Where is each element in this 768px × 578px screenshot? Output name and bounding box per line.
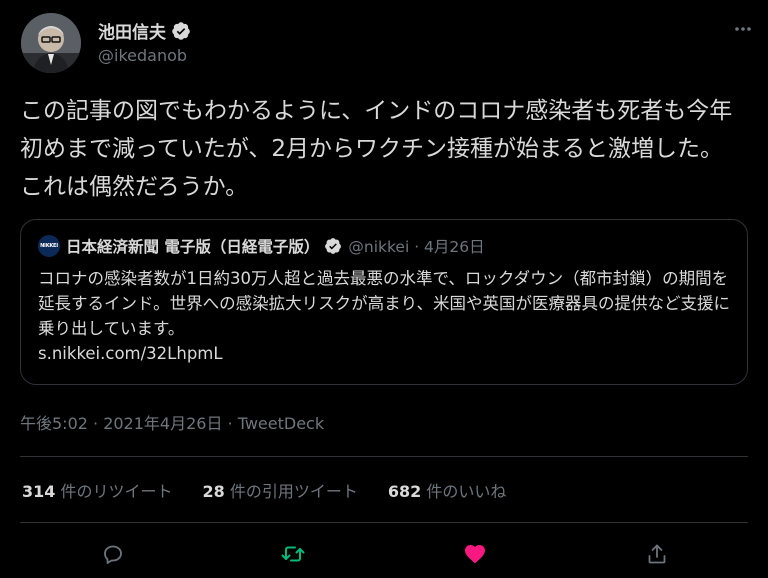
action-bar bbox=[20, 535, 748, 573]
like-stat[interactable]: 682 件のいいね bbox=[388, 478, 507, 502]
tweet-header: 池田信夫 @ikedanob bbox=[18, 8, 758, 78]
retweet-stat[interactable]: 314 件のリツイート bbox=[22, 478, 173, 502]
share-icon[interactable] bbox=[642, 539, 672, 569]
quoted-tweet[interactable]: NIKKEI 日本経済新聞 電子版（日経電子版） @nikkei · 4月26日… bbox=[20, 219, 748, 385]
quoted-tweet-header: NIKKEI 日本経済新聞 電子版（日経電子版） @nikkei · 4月26日 bbox=[38, 235, 485, 257]
quoted-text: コロナの感染者数が1日約30万人超と過去最悪の水準で、ロックダウン（都市封鎖）の… bbox=[38, 269, 731, 338]
quoted-author-name: 日本経済新聞 電子版（日経電子版） bbox=[66, 238, 320, 256]
like-count: 682 bbox=[387, 482, 422, 501]
author-name-row: 池田信夫 bbox=[98, 18, 191, 43]
quoted-link[interactable]: s.nikkei.com/32LhpmL bbox=[38, 341, 738, 366]
author-display-name[interactable]: 池田信夫 bbox=[98, 18, 166, 43]
quoted-text-block: コロナの感染者数が1日約30万人超と過去最悪の水準で、ロックダウン（都市封鎖）の… bbox=[38, 266, 738, 366]
like-icon[interactable] bbox=[460, 539, 490, 569]
like-label: 件のいいね bbox=[421, 482, 507, 501]
tweet-timestamp[interactable]: 午後5:02 · 2021年4月26日 · TweetDeck bbox=[20, 410, 324, 434]
verified-icon bbox=[172, 21, 190, 40]
tweet-text: この記事の図でもわかるように、インドのコロナ感染者も死者も今年初めまで減っていた… bbox=[20, 98, 733, 200]
quote-stat[interactable]: 28 件の引用ツイート bbox=[203, 478, 358, 502]
engagement-stats: 314 件のリツイート 28 件の引用ツイート 682 件のいいね bbox=[22, 478, 536, 502]
quote-count: 28 bbox=[202, 482, 225, 501]
avatar[interactable] bbox=[21, 13, 81, 73]
retweet-icon[interactable] bbox=[278, 539, 308, 569]
quote-label: 件の引用ツイート bbox=[224, 482, 358, 501]
more-icon[interactable] bbox=[728, 14, 758, 44]
verified-icon bbox=[325, 238, 342, 254]
divider bbox=[20, 456, 748, 457]
quoted-meta: @nikkei · 4月26日 bbox=[348, 238, 485, 256]
quoted-avatar: NIKKEI bbox=[38, 235, 60, 257]
retweet-count: 314 bbox=[22, 482, 56, 501]
reply-icon[interactable] bbox=[98, 539, 128, 569]
retweet-label: 件のリツイート bbox=[55, 482, 173, 501]
author-handle[interactable]: @ikedanob bbox=[98, 46, 187, 65]
divider bbox=[20, 522, 748, 523]
quoted-logo-text: NIKKEI bbox=[40, 243, 58, 249]
